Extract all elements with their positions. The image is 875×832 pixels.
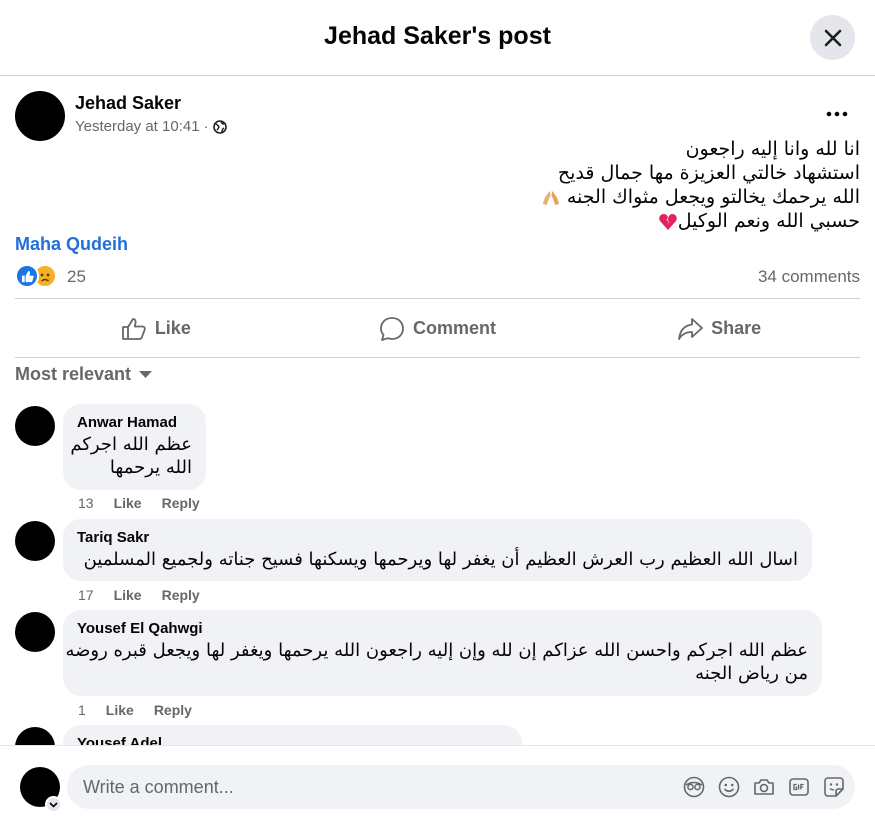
sticker-icon	[683, 776, 704, 797]
divider	[15, 357, 860, 358]
gif-button[interactable]	[787, 775, 810, 798]
photo-button[interactable]	[752, 775, 775, 798]
comment-actions: 1 Like Reply	[78, 702, 192, 718]
comment-like-button[interactable]: Like	[114, 587, 142, 603]
meta-separator: ·	[203, 118, 209, 135]
share-label: Share	[711, 318, 762, 338]
like-button[interactable]: Like	[15, 300, 297, 357]
commenter-name[interactable]: Anwar Hamad	[77, 414, 192, 431]
like-label: Like	[154, 318, 191, 338]
comment-sort-dropdown[interactable]: Most relevant	[15, 364, 153, 385]
gif-icon	[788, 777, 809, 796]
broken-heart-emoji-icon	[658, 213, 677, 230]
comment-like-button[interactable]: Like	[106, 702, 134, 718]
commenter-avatar[interactable]	[15, 521, 55, 561]
comment-bubble: Tariq Sakr اسال الله العظيم رب العرش الع…	[63, 519, 812, 581]
commenter-avatar[interactable]	[15, 612, 55, 652]
comment-label: Comment	[413, 318, 497, 338]
comment-time[interactable]: 17	[78, 587, 94, 603]
post-body: انا لله وانا إليه راجعون استشهاد خالتي ا…	[160, 137, 860, 233]
comment-text: عظم الله اجركم الله يرحمها	[70, 433, 192, 479]
globe-icon	[212, 119, 227, 134]
camera-icon	[753, 778, 774, 795]
comment-time[interactable]: 13	[78, 495, 94, 511]
comment-button[interactable]: Comment	[297, 300, 579, 357]
dialog-header: Jehad Saker's post	[0, 0, 875, 76]
post-line-with-emoji: حسبي الله ونعم الوكيل	[160, 209, 860, 233]
divider	[15, 298, 860, 299]
thumbs-up-icon	[121, 317, 146, 340]
more-options-button[interactable]	[825, 104, 849, 124]
tagged-person-link[interactable]: Maha Qudeih	[15, 234, 128, 255]
sticker-button[interactable]	[822, 775, 845, 798]
chevron-down-icon	[139, 370, 153, 378]
comment-reply-button[interactable]: Reply	[154, 702, 192, 718]
post-meta: Yesterday at 10:41 ·	[75, 118, 227, 135]
comment-line: عظم الله اجركم واحسن الله عزاكم إن لله و…	[65, 640, 808, 661]
emoji-button[interactable]	[717, 775, 740, 798]
comment-actions: 17 Like Reply	[78, 587, 200, 603]
comment-line: اسال الله العظيم رب العرش العظيم أن يغفر…	[83, 549, 798, 570]
close-icon	[824, 29, 841, 46]
comment-line: عظم الله اجركم	[70, 434, 192, 455]
commenter-name[interactable]: Yousef El Qahwgi	[77, 620, 808, 637]
share-icon	[678, 317, 704, 340]
chevron-down-icon	[49, 801, 58, 808]
reactions-summary[interactable]: 25	[15, 264, 86, 288]
comment-icon	[380, 316, 404, 341]
comment-composer	[0, 745, 875, 832]
composer-tools	[682, 775, 845, 798]
post-author[interactable]: Jehad Saker	[75, 93, 181, 114]
post-time[interactable]: Yesterday at 10:41	[75, 118, 200, 135]
comment-line: من رياض الجنه	[695, 663, 808, 684]
like-reaction-icon	[15, 264, 39, 288]
post-line: انا لله وانا إليه راجعون	[685, 138, 860, 160]
commenter-avatar[interactable]	[15, 406, 55, 446]
avatar-sticker-button[interactable]	[682, 775, 705, 798]
comment-actions: 13 Like Reply	[78, 495, 200, 511]
comment-time[interactable]: 1	[78, 702, 86, 718]
sticker-icon	[823, 776, 844, 797]
comment-reply-button[interactable]: Reply	[162, 587, 200, 603]
author-avatar[interactable]	[15, 91, 65, 141]
share-button[interactable]: Share	[578, 300, 860, 357]
praying-hands-emoji-icon	[542, 190, 559, 205]
comment-text: عظم الله اجركم واحسن الله عزاكم إن لله و…	[65, 639, 808, 685]
post-line: الله يرحمك يخالتو ويجعل مثواك الجنه	[566, 186, 860, 208]
comment-text: اسال الله العظيم رب العرش العظيم أن يغفر…	[77, 548, 798, 571]
comment-reply-button[interactable]: Reply	[162, 495, 200, 511]
comment-bubble: Yousef El Qahwgi عظم الله اجركم واحسن ال…	[63, 610, 822, 696]
more-icon	[826, 111, 848, 117]
commenter-name[interactable]: Tariq Sakr	[77, 529, 798, 546]
profile-switch-button[interactable]	[45, 796, 62, 813]
post-actions-bar: Like Comment Share	[15, 300, 860, 357]
comment-bubble: Anwar Hamad عظم الله اجركم الله يرحمها	[63, 404, 206, 490]
comments-count-link[interactable]: 34 comments	[758, 267, 860, 287]
post-line: استشهاد خالتي العزيزة مها جمال قديح	[557, 162, 860, 184]
reaction-count: 25	[67, 267, 86, 286]
comment-like-button[interactable]: Like	[114, 495, 142, 511]
dialog-title: Jehad Saker's post	[324, 22, 551, 50]
emoji-icon	[718, 776, 739, 797]
post-line: حسبي الله ونعم الوكيل	[677, 210, 860, 232]
sort-label: Most relevant	[15, 364, 132, 384]
close-button[interactable]	[810, 15, 855, 60]
post-line-with-emoji: الله يرحمك يخالتو ويجعل مثواك الجنه	[160, 185, 860, 209]
comment-line: الله يرحمها	[109, 457, 192, 478]
